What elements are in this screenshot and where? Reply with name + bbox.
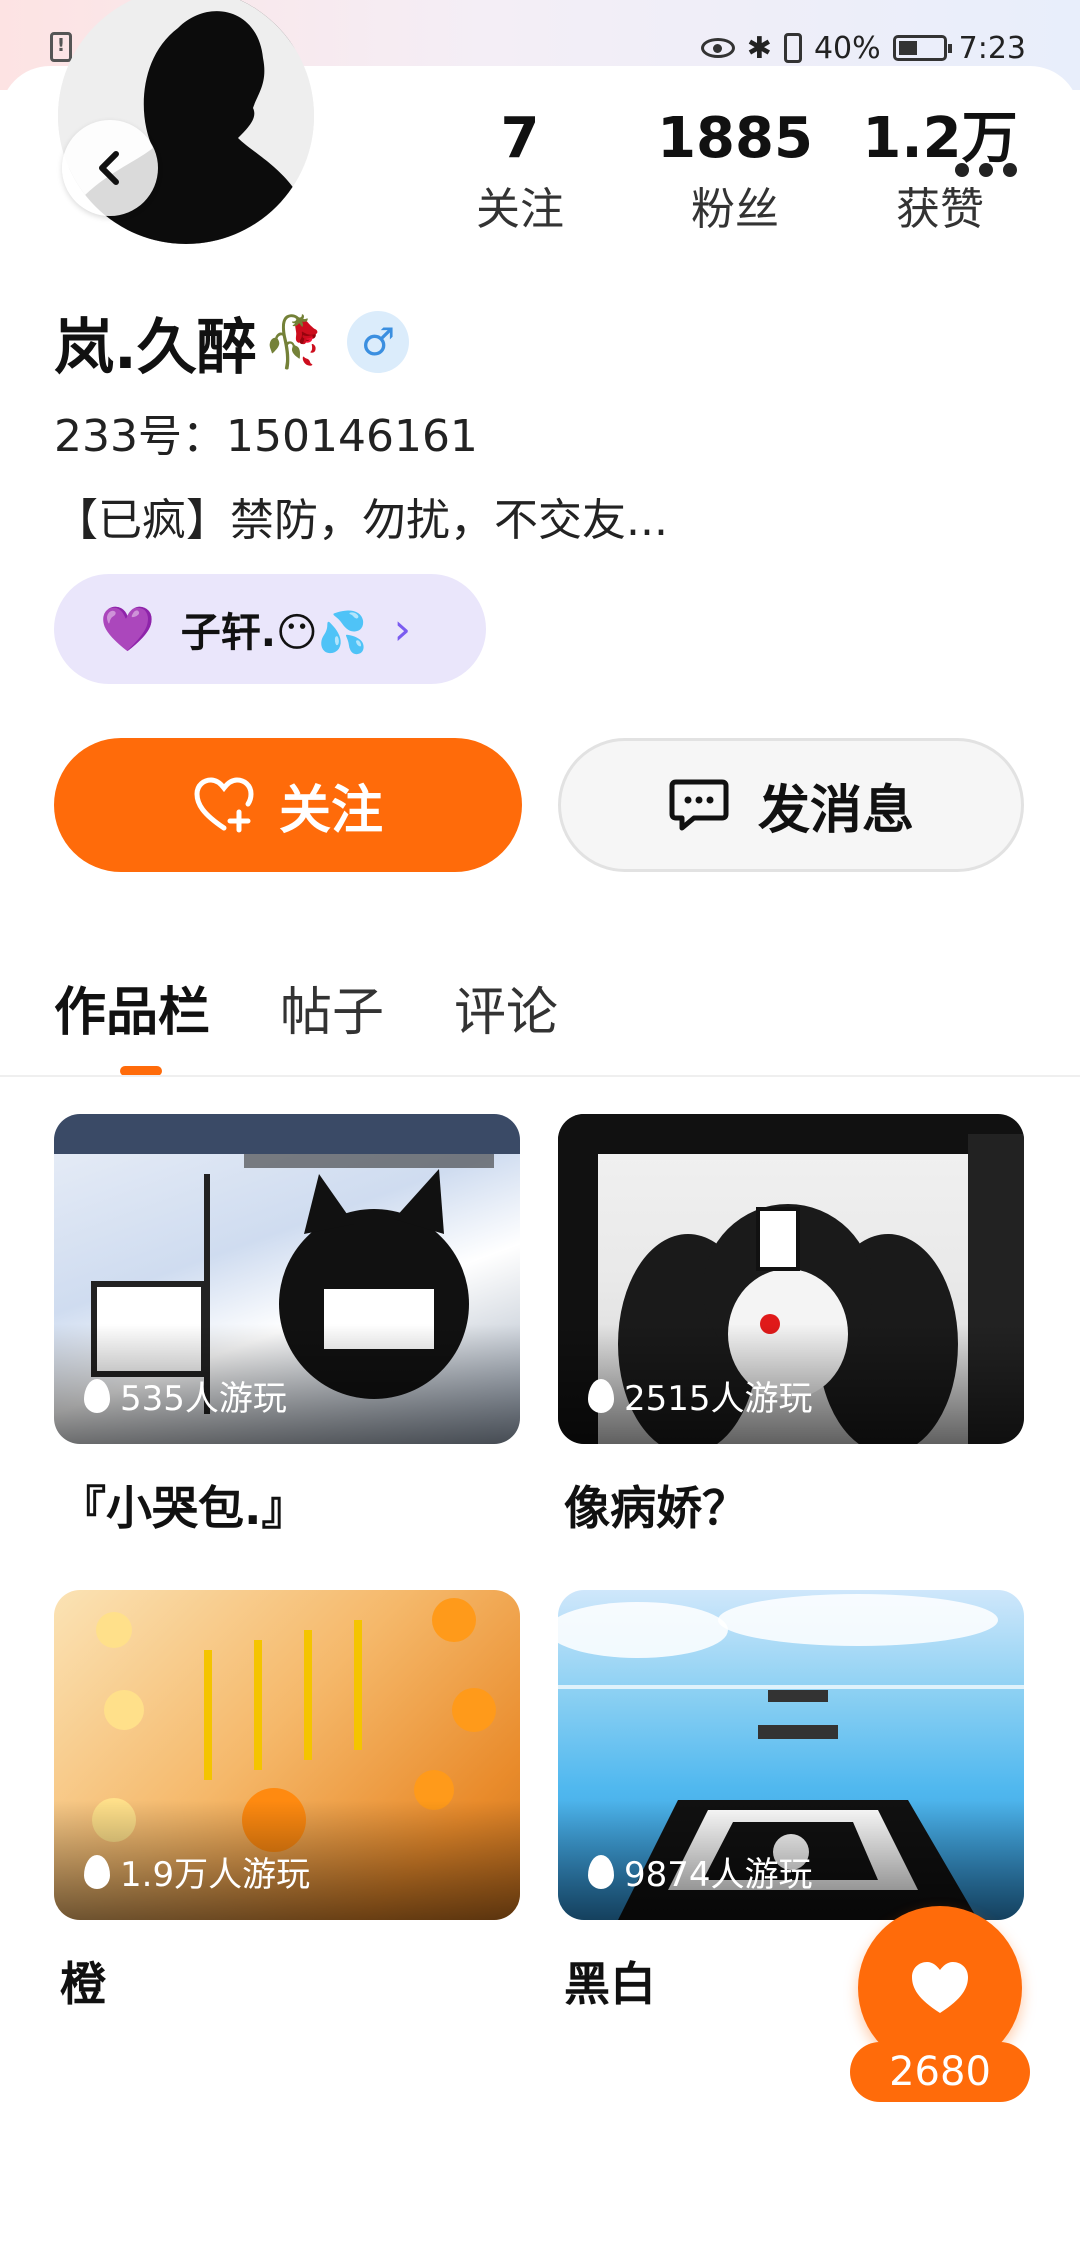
like-count: 2680 — [850, 2042, 1030, 2102]
play-count-text: 2515人游玩 — [624, 1379, 813, 1419]
relation-chip[interactable]: 💜 子轩.😶💦 › — [54, 574, 486, 684]
message-label: 发消息 — [757, 780, 914, 841]
play-count: 1.9万人游玩 — [84, 1847, 310, 1896]
work-thumbnail: 2515人游玩 — [558, 1114, 1024, 1444]
battery-icon — [892, 35, 952, 61]
flame-icon — [588, 1854, 614, 1889]
work-card[interactable]: 535人游玩 『小哭包.』 — [54, 1114, 520, 1538]
stat-followers[interactable]: 1885 粉丝 — [635, 104, 835, 242]
flame-icon — [84, 1378, 110, 1413]
message-button[interactable]: 发消息 — [558, 738, 1024, 872]
play-count-text: 535人游玩 — [120, 1379, 287, 1419]
follow-label: 关注 — [278, 780, 383, 841]
tab-divider — [0, 1075, 1080, 1077]
status-icons: ✱ 40% 7:23 — [700, 26, 1026, 70]
play-count-text: 9874人游玩 — [624, 1855, 813, 1895]
eye-comfort-icon — [700, 38, 735, 58]
purple-heart-icon: 💜 — [100, 604, 155, 655]
battery-percent: 40% — [813, 30, 881, 66]
bio: 【已疯】禁防，勿扰，不交友... — [54, 495, 668, 546]
chevron-right-icon: › — [393, 603, 412, 655]
tab-comments[interactable]: 评论 — [454, 970, 558, 1045]
gender-male-icon: ♂ — [347, 311, 410, 373]
follow-button[interactable]: 关注 — [54, 738, 522, 872]
tab-works[interactable]: 作品栏 — [54, 970, 210, 1045]
chat-bubble-icon — [669, 779, 729, 831]
work-thumbnail: 1.9万人游玩 — [54, 1590, 520, 1920]
back-button[interactable] — [62, 120, 158, 216]
work-title: 橙 — [60, 1957, 106, 2011]
stat-value: 1885 — [657, 106, 813, 171]
relation-name: 子轩.😶💦 — [180, 610, 368, 656]
rose-emoji: 🥀 — [262, 312, 326, 371]
work-title: 『小哭包.』 — [60, 1481, 308, 1535]
name-row: 岚.久醉 🥀 ♂ — [54, 300, 410, 384]
flame-icon — [588, 1378, 614, 1413]
play-count: 535人游玩 — [84, 1371, 287, 1420]
chevron-left-icon — [99, 151, 119, 185]
stat-following[interactable]: 7 关注 — [420, 104, 620, 242]
bluetooth-icon: ✱ — [746, 30, 772, 66]
username: 岚.久醉 — [54, 312, 257, 383]
work-card[interactable]: 1.9万人游玩 橙 — [54, 1590, 520, 2014]
user-id: 233号：150146161 — [54, 411, 478, 462]
clock: 7:23 — [958, 30, 1026, 66]
work-thumbnail: 9874人游玩 — [558, 1590, 1024, 1920]
play-count-text: 1.9万人游玩 — [120, 1855, 311, 1895]
stat-value: 7 — [500, 106, 540, 171]
more-options-icon[interactable] — [946, 150, 1026, 190]
flame-icon — [84, 1854, 110, 1889]
work-title: 像病娇？ — [564, 1481, 748, 1535]
stat-label: 关注 — [476, 184, 564, 235]
work-card[interactable]: 2515人游玩 像病娇？ — [558, 1114, 1024, 1538]
heart-icon — [912, 1962, 968, 2013]
work-thumbnail: 535人游玩 — [54, 1114, 520, 1444]
play-count: 2515人游玩 — [588, 1371, 813, 1420]
stat-label: 粉丝 — [691, 184, 779, 235]
play-count: 9874人游玩 — [588, 1847, 813, 1896]
profile-tabs: 作品栏 帖子 评论 — [54, 962, 558, 1052]
vibrate-icon — [783, 33, 802, 63]
tab-posts[interactable]: 帖子 — [280, 970, 384, 1045]
heart-plus-icon — [194, 777, 254, 833]
